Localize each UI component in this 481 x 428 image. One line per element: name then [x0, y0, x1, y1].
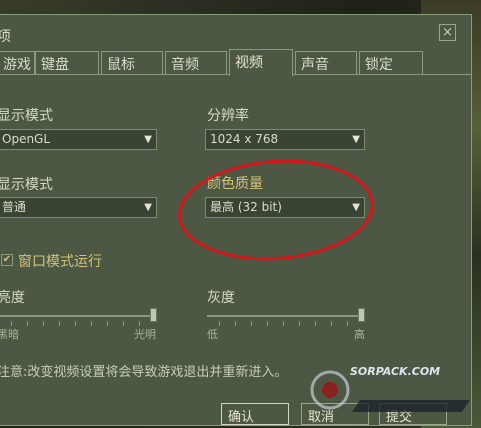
brightness-min: 黑暗 — [0, 328, 19, 341]
tab-bar: 游戏 键盘 鼠标 音频 视频 声音 锁定 — [0, 49, 471, 76]
chevron-down-icon: ▼ — [144, 202, 152, 213]
brightness-label: 亮度 — [0, 290, 25, 306]
display-mode-value: OpenGL — [2, 132, 51, 146]
site-watermark: SORPACK.COM — [290, 360, 475, 420]
gamma-label: 灰度 — [207, 290, 235, 306]
dialog-titlebar: 项 × — [0, 15, 471, 49]
chevron-down-icon: ▼ — [144, 134, 152, 145]
tab-audio[interactable]: 音频 — [165, 51, 227, 75]
display-mode2-label: 显示模式 — [0, 177, 53, 193]
tab-video[interactable]: 视频 — [229, 49, 293, 76]
brightness-slider[interactable] — [0, 315, 153, 317]
screenshot: 项 × 游戏 键盘 鼠标 音频 视频 声音 锁定 显示模式 OpenGL ▼ 分… — [0, 0, 481, 428]
gamma-max: 高 — [354, 328, 365, 341]
display-mode2-select[interactable]: 普通 ▼ — [0, 197, 157, 218]
windowed-label: 窗口模式运行 — [18, 254, 102, 270]
brightness-slider-thumb[interactable] — [150, 308, 157, 322]
gamma-slider[interactable] — [207, 315, 362, 317]
dialog-title: 项 — [0, 29, 11, 45]
display-mode2-value: 普通 — [2, 200, 27, 214]
windowed-checkbox[interactable]: ✔ — [1, 254, 13, 266]
chevron-down-icon: ▼ — [352, 134, 360, 145]
close-icon[interactable]: × — [439, 24, 456, 41]
tab-mouse[interactable]: 鼠标 — [101, 51, 163, 75]
resolution-value: 1024 x 768 — [210, 132, 279, 146]
display-mode-select[interactable]: OpenGL ▼ — [0, 129, 157, 150]
tab-voice[interactable]: 声音 — [295, 51, 357, 75]
watermark-text: SORPACK.COM — [350, 365, 441, 378]
brightness-ticks — [0, 321, 155, 327]
ok-button[interactable]: 确认 — [221, 403, 289, 425]
tab-lock[interactable]: 锁定 — [359, 51, 423, 75]
tab-keyboard[interactable]: 键盘 — [35, 51, 99, 75]
resolution-select[interactable]: 1024 x 768 ▼ — [205, 129, 365, 150]
resolution-label: 分辨率 — [207, 108, 249, 124]
brightness-max: 光明 — [134, 328, 156, 341]
gamma-min: 低 — [207, 328, 218, 341]
gamma-ticks — [207, 321, 363, 327]
warning-note: 注意:改变视频设置将会导致游戏退出并重新进入。 — [0, 365, 288, 380]
tab-game[interactable]: 游戏 — [0, 51, 35, 75]
gamma-slider-thumb[interactable] — [358, 308, 365, 322]
display-mode-label: 显示模式 — [0, 108, 53, 124]
